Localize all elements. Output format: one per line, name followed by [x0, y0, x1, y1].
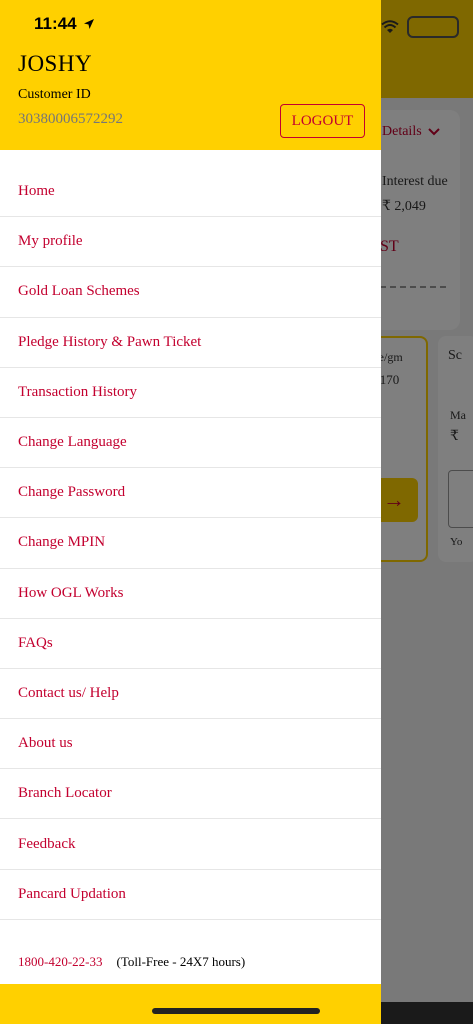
menu-item-pledge-history[interactable]: Pledge History & Pawn Ticket: [0, 318, 381, 368]
status-bar-time: 11:44: [34, 14, 95, 34]
menu-item-how-ogl-works[interactable]: How OGL Works: [0, 569, 381, 619]
drawer-footer: [0, 984, 381, 1024]
time-text: 11:44: [34, 14, 77, 33]
menu-item-feedback[interactable]: Feedback: [0, 819, 381, 870]
home-indicator[interactable]: [152, 1008, 320, 1014]
tollfree-text: (Toll-Free - 24X7 hours): [116, 954, 246, 969]
menu-item-change-language[interactable]: Change Language: [0, 418, 381, 469]
logout-button[interactable]: LOGOUT: [280, 104, 365, 138]
drawer-menu: Home My profile Gold Loan Schemes Pledge…: [0, 167, 381, 920]
menu-item-my-profile[interactable]: My profile: [0, 217, 381, 268]
menu-item-gold-loan-schemes[interactable]: Gold Loan Schemes: [0, 267, 381, 318]
drawer-header: 11:44 JOSHY Customer ID 30380006572292 L…: [0, 0, 381, 150]
menu-item-pancard-updation[interactable]: Pancard Updation: [0, 870, 381, 920]
tollfree-info: 1800-420-22-33 (Toll-Free - 24X7 hours): [18, 954, 245, 970]
menu-item-change-password[interactable]: Change Password: [0, 468, 381, 519]
location-arrow-icon: [83, 19, 94, 29]
menu-item-change-mpin[interactable]: Change MPIN: [0, 518, 381, 569]
tollfree-number[interactable]: 1800-420-22-33: [18, 954, 103, 970]
customer-id-value: 30380006572292: [18, 111, 123, 127]
background-bottom-bar: [381, 1002, 473, 1024]
menu-item-about-us[interactable]: About us: [0, 719, 381, 770]
menu-item-transaction-history[interactable]: Transaction History: [0, 368, 381, 418]
navigation-drawer: 11:44 JOSHY Customer ID 30380006572292 L…: [0, 0, 381, 1024]
user-name: JOSHY: [18, 51, 93, 76]
menu-item-branch-locator[interactable]: Branch Locator: [0, 769, 381, 820]
customer-id-label: Customer ID: [18, 87, 91, 102]
menu-item-home[interactable]: Home: [0, 167, 381, 218]
menu-item-contact-help[interactable]: Contact us/ Help: [0, 669, 381, 720]
menu-item-faqs[interactable]: FAQs: [0, 619, 381, 669]
